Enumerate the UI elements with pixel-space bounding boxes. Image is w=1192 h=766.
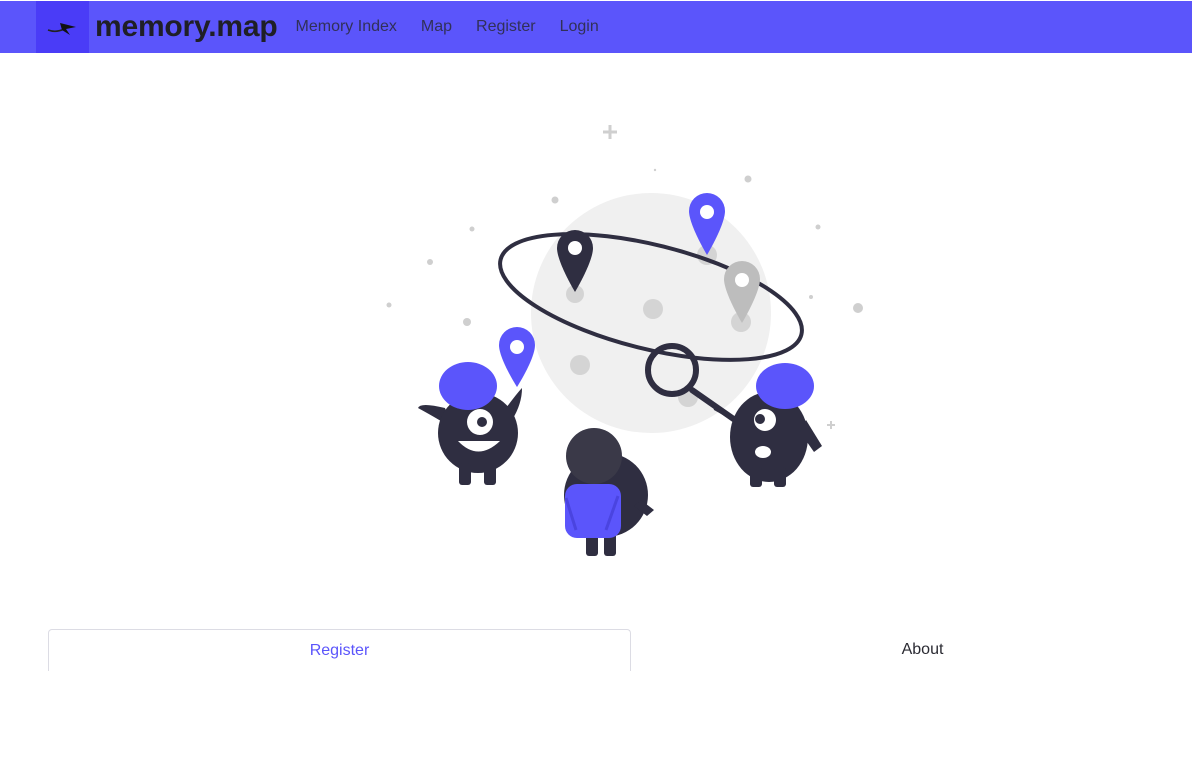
brand-logo-icon bbox=[36, 1, 89, 53]
tab-about[interactable]: About bbox=[631, 629, 1192, 671]
tabs: Register About bbox=[48, 629, 1192, 671]
tab-register[interactable]: Register bbox=[48, 629, 631, 671]
nav-link-memory-index[interactable]: Memory Index bbox=[296, 18, 397, 36]
brand-name: memory.map bbox=[95, 10, 278, 43]
nav-link-map[interactable]: Map bbox=[421, 18, 452, 36]
nav-link-register[interactable]: Register bbox=[476, 18, 536, 36]
nav-links: Memory Index Map Register Login bbox=[296, 18, 623, 36]
top-navbar: memory.map Memory Index Map Register Log… bbox=[0, 1, 1192, 53]
brand-link[interactable]: memory.map bbox=[36, 1, 278, 53]
hero-illustration bbox=[380, 115, 870, 565]
nav-link-login[interactable]: Login bbox=[560, 18, 599, 36]
planet-map-pins-monsters-icon bbox=[386, 125, 863, 556]
